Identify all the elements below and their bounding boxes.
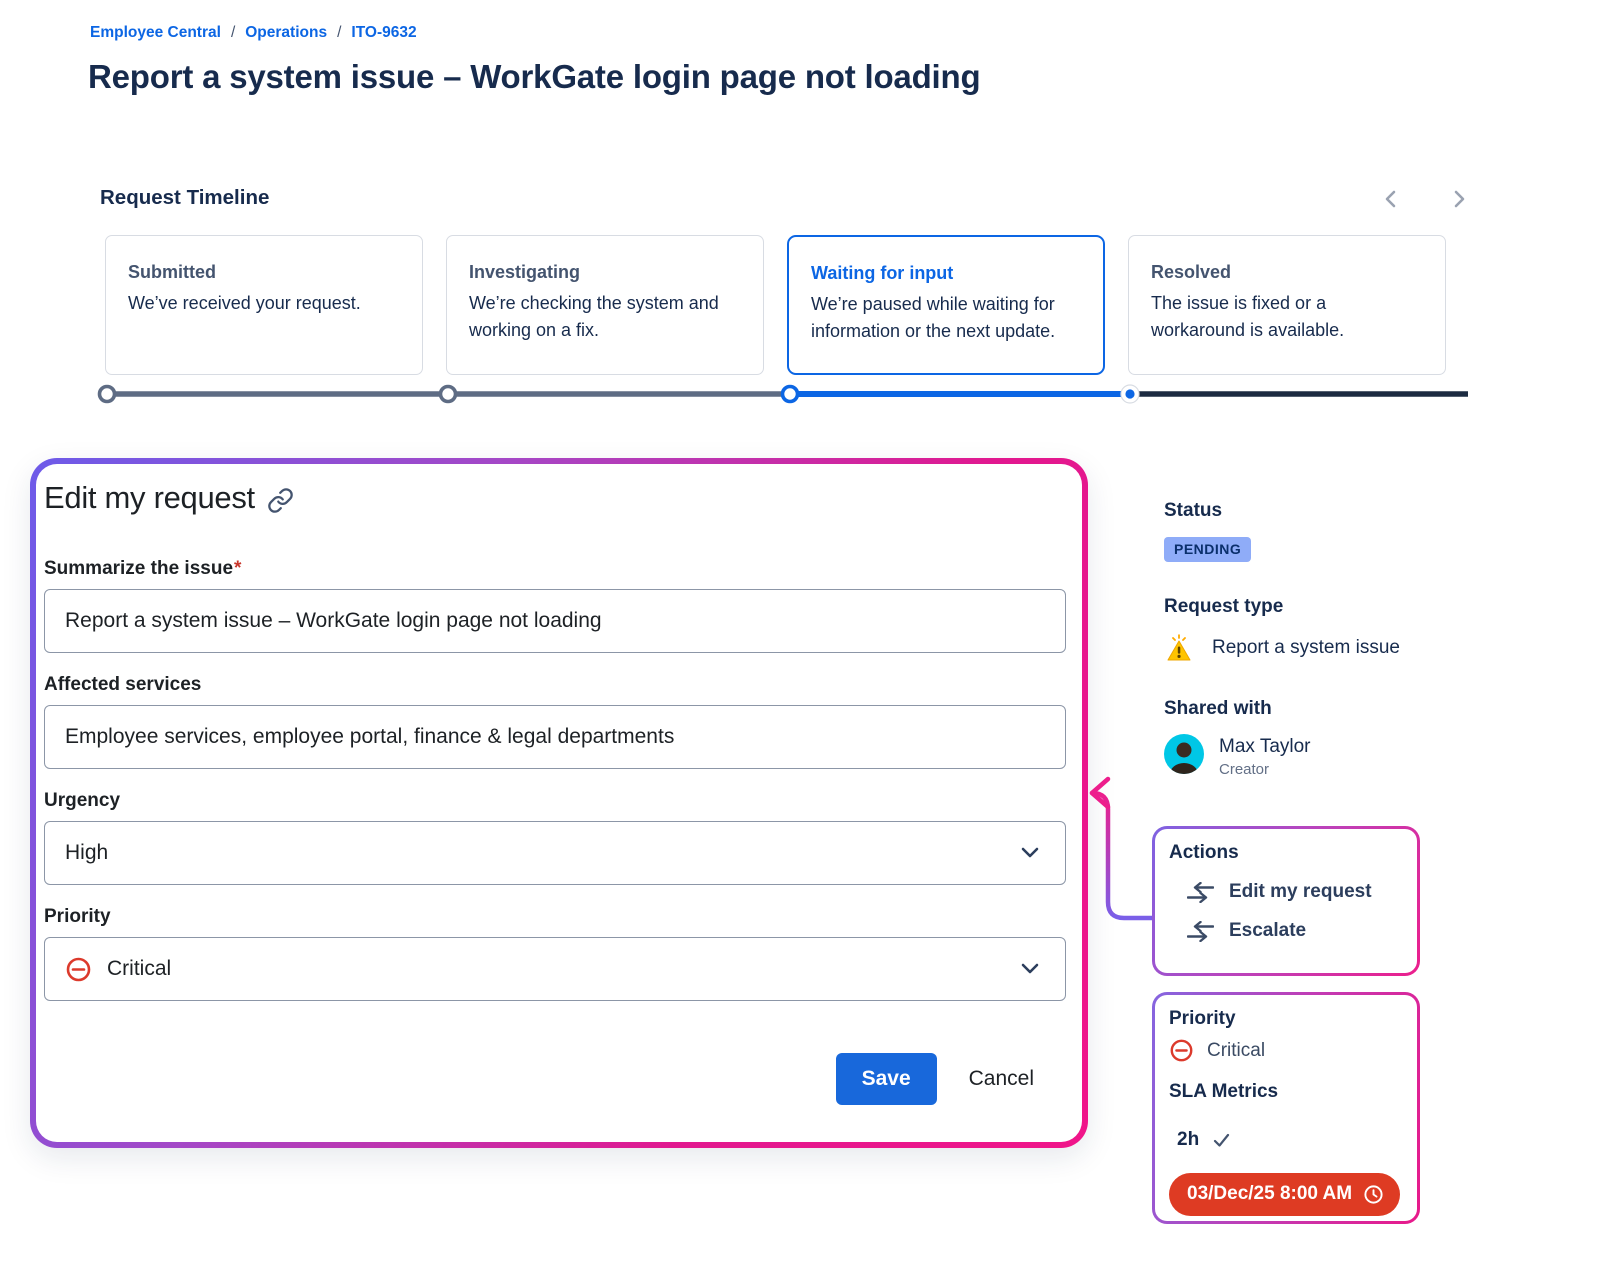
status-section: Status PENDING — [1164, 500, 1251, 562]
shared-user-role: Creator — [1219, 761, 1311, 778]
priority-value: Critical — [107, 957, 171, 981]
shared-user-name: Max Taylor — [1219, 734, 1311, 758]
edit-request-panel: Edit my request Summarize the issue* Aff… — [30, 458, 1088, 1148]
action-label: Escalate — [1229, 920, 1306, 942]
swap-arrows-icon — [1187, 882, 1214, 903]
step-title: Investigating — [469, 262, 741, 283]
sla-time: 2h — [1177, 1129, 1199, 1151]
urgency-select[interactable]: High — [44, 821, 1066, 885]
chevron-down-icon — [1019, 962, 1041, 976]
chevron-down-icon — [1019, 846, 1041, 860]
step-description: We’re checking the system and working on… — [469, 290, 741, 344]
priority-panel: Priority Critical SLA Metrics 2h 03/Dec/ — [1152, 992, 1420, 1224]
timeline-step-submitted: Submitted We’ve received your request. — [105, 235, 423, 375]
chevron-right-icon — [1449, 187, 1469, 211]
minus-circle-icon — [1169, 1038, 1194, 1063]
breadcrumb-employee-central[interactable]: Employee Central — [90, 24, 221, 42]
step-description: We’ve received your request. — [128, 290, 400, 317]
timeline-cards: Submitted We’ve received your request. I… — [105, 235, 1446, 375]
action-edit-my-request[interactable]: Edit my request — [1187, 881, 1403, 903]
link-icon — [267, 487, 294, 514]
required-asterisk: * — [234, 558, 241, 579]
action-escalate[interactable]: Escalate — [1187, 920, 1403, 942]
summary-input[interactable] — [44, 589, 1066, 653]
urgency-label: Urgency — [44, 790, 1066, 812]
timeline-step-resolved: Resolved The issue is fixed or a workaro… — [1128, 235, 1446, 375]
timeline-progress-track — [0, 380, 1600, 410]
edit-request-heading: Edit my request — [44, 480, 255, 516]
shared-with-heading: Shared with — [1164, 698, 1311, 720]
minus-circle-icon — [65, 956, 92, 983]
summary-label: Summarize the issue* — [44, 558, 1066, 580]
sla-due-text: 03/Dec/25 8:00 AM — [1187, 1183, 1352, 1205]
request-type-value: Report a system issue — [1212, 637, 1400, 659]
urgency-value: High — [65, 841, 108, 865]
request-type-heading: Request type — [1164, 596, 1400, 618]
sla-due-badge: 03/Dec/25 8:00 AM — [1169, 1173, 1400, 1216]
affected-services-label: Affected services — [44, 674, 1066, 696]
step-title: Waiting for input — [811, 263, 1081, 284]
shared-with-section: Shared with Max Taylor Creator — [1164, 698, 1311, 778]
timeline-next-button[interactable] — [1446, 186, 1472, 212]
timeline-step-waiting-for-input: Waiting for input We’re paused while wai… — [787, 235, 1105, 375]
breadcrumb: Employee Central / Operations / ITO-9632 — [90, 24, 417, 42]
actions-panel: Actions Edit my request Escalat — [1152, 826, 1420, 976]
page-title: Report a system issue – WorkGate login p… — [88, 58, 980, 96]
save-button[interactable]: Save — [836, 1053, 937, 1105]
warning-icon — [1164, 633, 1194, 663]
breadcrumb-separator: / — [337, 24, 341, 42]
sla-metrics-heading: SLA Metrics — [1169, 1081, 1403, 1103]
avatar — [1164, 734, 1204, 774]
timeline-prev-button[interactable] — [1378, 186, 1404, 212]
check-icon — [1212, 1132, 1231, 1149]
step-description: We’re paused while waiting for informati… — [811, 291, 1081, 345]
clock-icon — [1363, 1184, 1384, 1205]
priority-panel-value: Critical — [1207, 1040, 1265, 1062]
action-label: Edit my request — [1229, 881, 1372, 903]
affected-services-input[interactable] — [44, 705, 1066, 769]
timeline-step-investigating: Investigating We’re checking the system … — [446, 235, 764, 375]
priority-label: Priority — [44, 906, 1066, 928]
status-badge: PENDING — [1164, 537, 1251, 562]
breadcrumb-operations[interactable]: Operations — [245, 24, 327, 42]
chevron-left-icon — [1381, 187, 1401, 211]
copy-link-button[interactable] — [267, 483, 294, 514]
request-type-section: Request type Report a system issue — [1164, 596, 1400, 663]
step-title: Submitted — [128, 262, 400, 283]
step-title: Resolved — [1151, 262, 1423, 283]
priority-panel-heading: Priority — [1169, 1008, 1403, 1030]
breadcrumb-ticket-id[interactable]: ITO-9632 — [351, 24, 416, 42]
priority-select[interactable]: Critical — [44, 937, 1066, 1001]
timeline-heading: Request Timeline — [100, 186, 269, 210]
breadcrumb-separator: / — [231, 24, 235, 42]
step-description: The issue is fixed or a workaround is av… — [1151, 290, 1423, 344]
status-heading: Status — [1164, 500, 1251, 522]
request-portal-page: Employee Central / Operations / ITO-9632… — [0, 0, 1600, 1263]
cancel-button[interactable]: Cancel — [969, 1067, 1034, 1091]
actions-heading: Actions — [1169, 842, 1403, 864]
swap-arrows-icon — [1187, 921, 1214, 942]
